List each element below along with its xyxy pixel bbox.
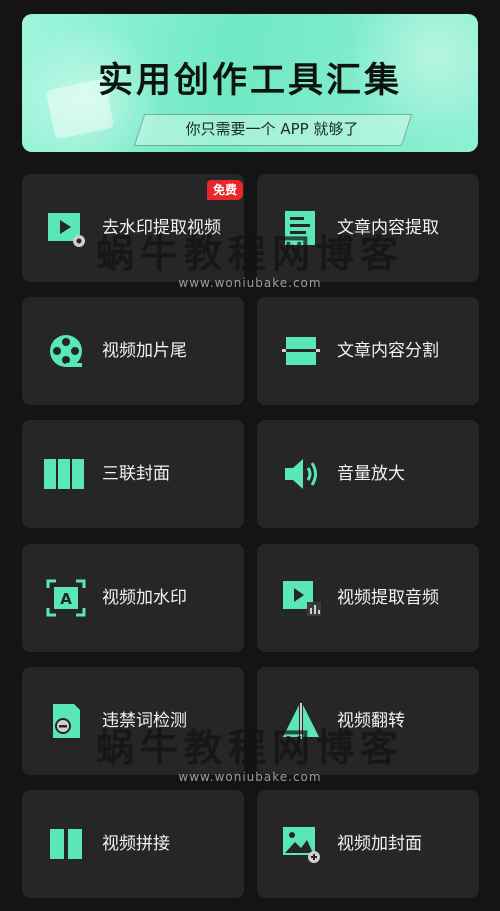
tool-label: 视频加水印	[102, 588, 187, 608]
word-check-icon	[53, 704, 80, 738]
tool-card-add-watermark[interactable]: A 视频加水印	[22, 544, 244, 652]
tool-card-add-outro[interactable]: 视频加片尾	[22, 297, 244, 405]
tool-card-text-extract[interactable]: 文章内容提取	[257, 174, 479, 282]
text-extract-icon	[285, 211, 315, 245]
audio-extract-icon	[283, 581, 321, 616]
tool-label: 去水印提取视频	[102, 218, 221, 238]
watermark-icon: A	[46, 579, 86, 617]
tool-label: 视频提取音频	[337, 588, 439, 608]
splice-icon	[50, 829, 82, 859]
tool-card-triptych-cover[interactable]: 三联封面	[22, 420, 244, 528]
tool-label: 视频翻转	[337, 711, 405, 731]
add-cover-icon	[283, 827, 320, 863]
tools-banner: 实用创作工具汇集 你只需要一个 APP 就够了	[22, 14, 478, 152]
tool-card-text-split[interactable]: 文章内容分割	[257, 297, 479, 405]
tool-card-video-splice[interactable]: 视频拼接	[22, 790, 244, 898]
tool-card-video-flip[interactable]: 视频翻转	[257, 667, 479, 775]
free-badge: 免费	[207, 180, 243, 200]
tool-label: 视频加片尾	[102, 341, 187, 361]
tool-card-add-cover[interactable]: 视频加封面	[257, 790, 479, 898]
tool-card-banned-words[interactable]: 违禁词检测	[22, 667, 244, 775]
svg-text:A: A	[60, 590, 72, 608]
flip-icon	[283, 703, 319, 739]
tool-label: 三联封面	[102, 464, 170, 484]
triptych-icon	[44, 459, 84, 489]
tool-card-extract-audio[interactable]: 视频提取音频	[257, 544, 479, 652]
film-reel-icon	[50, 335, 82, 367]
speaker-icon	[285, 459, 317, 489]
tool-label: 违禁词检测	[102, 711, 187, 731]
split-icon	[282, 337, 320, 365]
tool-label: 视频拼接	[102, 834, 170, 854]
tool-card-volume-boost[interactable]: 音量放大	[257, 420, 479, 528]
tool-label: 视频加封面	[337, 834, 422, 854]
video-play-icon	[48, 213, 85, 247]
banner-subtitle: 你只需要一个 APP 就够了	[185, 120, 359, 138]
banner-title: 实用创作工具汇集	[97, 61, 402, 101]
tool-label: 文章内容分割	[337, 341, 439, 361]
tool-label: 文章内容提取	[337, 218, 439, 238]
tool-label: 音量放大	[337, 464, 405, 484]
